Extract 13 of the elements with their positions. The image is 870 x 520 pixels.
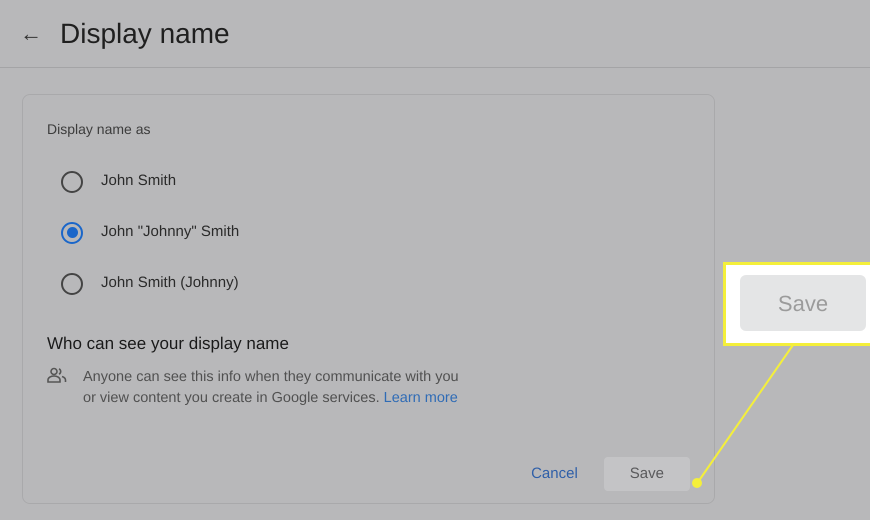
page-title: Display name xyxy=(60,16,230,50)
section-heading: Who can see your display name xyxy=(47,333,290,355)
learn-more-link[interactable]: Learn more xyxy=(384,390,458,406)
radio-button[interactable] xyxy=(61,272,83,294)
option-label: John Smith (Johnny) xyxy=(101,273,239,294)
cancel-button[interactable]: Cancel xyxy=(517,456,592,491)
option-label: John "Johnny" Smith xyxy=(101,222,240,242)
field-label: Display name as xyxy=(47,120,152,139)
option-label: John Smith xyxy=(101,171,176,192)
radio-button[interactable] xyxy=(61,170,83,192)
people-icon xyxy=(47,366,67,382)
info-text: Anyone can see this info when they communicate with you or view content you create in Google services. Learn more xyxy=(83,368,460,408)
radio-button[interactable] xyxy=(61,222,83,244)
